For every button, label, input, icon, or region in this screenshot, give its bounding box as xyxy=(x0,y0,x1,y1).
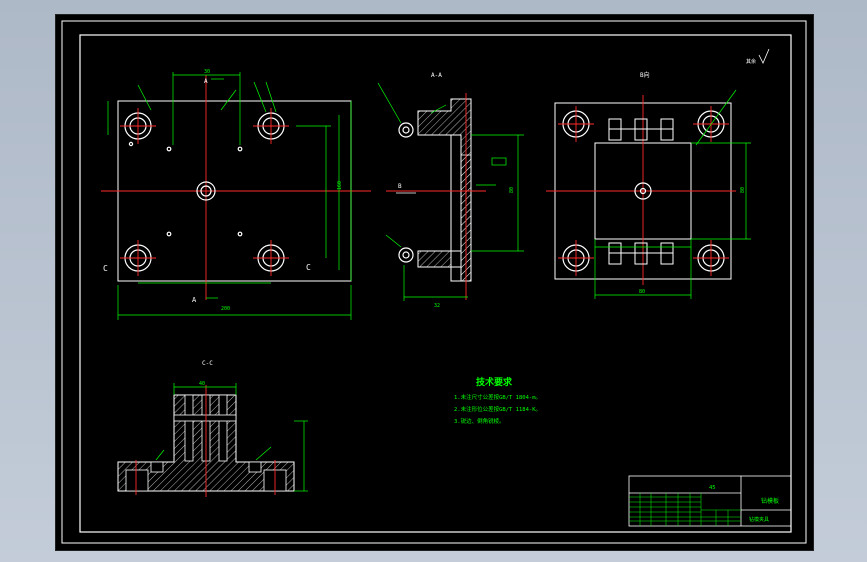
corner-hole-tr xyxy=(253,108,289,144)
tech-req-title: 技术要求 xyxy=(476,376,513,388)
svg-text:30: 30 xyxy=(204,69,210,75)
roughness-note: 其余 xyxy=(746,58,756,65)
cad-drawing-viewport[interactable]: 200 30 160 A C C A A-A 80 32 B B向 80 80 … xyxy=(55,14,814,551)
corner-hole-bl xyxy=(120,240,156,276)
tech-req-item-2: 2.未注形位公差按GB/T 1184-K。 xyxy=(454,405,541,413)
svg-text:80: 80 xyxy=(740,187,746,193)
tech-req-item-3: 3.锐边、倒角锐棱。 xyxy=(454,417,505,425)
svg-text:32: 32 xyxy=(434,303,440,309)
svg-text:160: 160 xyxy=(337,181,343,190)
tech-requirements: 技术要求 1.未注尺寸公差按GB/T 1804-m。 2.未注形位公差按GB/T… xyxy=(454,376,541,425)
roughness-symbol xyxy=(758,48,770,64)
corner-hole-br xyxy=(253,240,289,276)
svg-text:A: A xyxy=(204,78,208,85)
cut-marker-c-left: C xyxy=(103,264,108,273)
view-b-right: B向 80 80 其余 xyxy=(546,48,770,299)
section-cc-label: C-C xyxy=(202,360,213,367)
view-b-label: B xyxy=(398,183,402,190)
view-b-hole-br xyxy=(693,240,729,276)
tb-school: 钻模夹具 xyxy=(749,516,769,523)
cut-marker-c-right: C xyxy=(306,263,311,272)
tech-req-item-1: 1.未注尺寸公差按GB/T 1804-m。 xyxy=(454,393,541,401)
view-b-hole-bl xyxy=(558,240,594,276)
svg-text:80: 80 xyxy=(509,187,515,193)
svg-text:A: A xyxy=(192,296,197,304)
title-block: 45 钻模板 钻模夹具 xyxy=(628,475,792,527)
section-c-c-view: C-C 40 xyxy=(117,360,308,497)
svg-text:80: 80 xyxy=(639,289,645,295)
tb-part-name: 钻模板 xyxy=(761,497,779,505)
corner-hole-tl xyxy=(120,108,156,144)
svg-text:200: 200 xyxy=(221,306,230,312)
view-b-hole-tl xyxy=(558,106,594,142)
tb-material: 45 xyxy=(709,485,716,491)
svg-text:40: 40 xyxy=(199,381,205,387)
section-a-a-view: A-A 80 32 B xyxy=(377,72,524,309)
section-aa-label: A-A xyxy=(431,72,442,79)
view-b-title: B向 xyxy=(640,71,650,79)
drawing-canvas: 200 30 160 A C C A A-A 80 32 B B向 80 80 … xyxy=(61,20,807,544)
front-view: 200 30 160 A C C A xyxy=(101,69,371,320)
